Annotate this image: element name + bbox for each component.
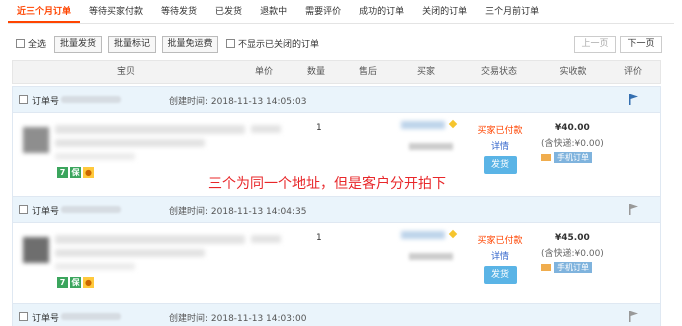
guarantee-icon: 保: [70, 277, 81, 288]
order-detail-link[interactable]: 详情: [475, 139, 525, 152]
guarantee-icon: 保: [70, 167, 81, 178]
hide-closed-label: 不显示已关闭的订单: [238, 40, 320, 50]
amount-value: ¥45.00: [555, 233, 590, 243]
item-thumbnail[interactable]: [23, 237, 49, 263]
postage-info: (含快递:¥0.00): [541, 249, 604, 259]
item-sku-redacted: [55, 263, 135, 270]
buyer-contact-redacted[interactable]: [409, 143, 453, 150]
table-header: 宝贝 单价 数量 售后 买家 交易状态 实收款 评价: [12, 60, 661, 84]
col-trade-status: 交易状态: [480, 67, 518, 77]
col-buyer: 买家: [416, 67, 436, 77]
col-unit-price: 单价: [254, 67, 274, 77]
unit-price-redacted: [251, 125, 281, 133]
buyer-flag-icon: [448, 119, 458, 129]
tab-successful[interactable]: 成功的订单: [350, 0, 413, 23]
tab-recent-3-months[interactable]: 近三个月订单: [8, 0, 81, 23]
col-quantity: 数量: [306, 67, 326, 77]
item-title-redacted[interactable]: [55, 235, 245, 244]
order-number-label: 订单号: [32, 97, 60, 107]
trade-status: 买家已付款 详情 发货: [475, 123, 525, 174]
order-item-row: 7 保 ● 1 买家已付款 详情 发货 ¥45.00 (含快递:¥0.00) 手…: [13, 223, 660, 307]
order-number-redacted: [61, 313, 121, 320]
order-number-redacted: [61, 206, 121, 213]
select-all-checkbox[interactable]: [16, 39, 25, 48]
badge-icon: ●: [83, 277, 94, 288]
batch-mark-button[interactable]: 批量标记: [108, 36, 156, 53]
order-checkbox[interactable]: [19, 312, 28, 321]
order-detail-link[interactable]: 详情: [475, 249, 525, 262]
tab-refunding[interactable]: 退款中: [251, 0, 296, 23]
amount-received: ¥40.00 (含快递:¥0.00) 手机订单: [541, 123, 617, 163]
tab-awaiting-shipment[interactable]: 等待发货: [152, 0, 206, 23]
batch-toolbar: 全选 批量发货 批量标记 批量免运费 不显示已关闭的订单 上一页 下一页: [16, 34, 666, 54]
seven-day-return-icon: 7: [57, 277, 68, 288]
order-number-label: 订单号: [32, 207, 60, 217]
order-header: 订单号 创建时间: 2018-11-13 14:04:35: [13, 197, 660, 223]
amount-received: ¥45.00 (含快递:¥0.00) 手机订单: [541, 233, 617, 273]
item-title-redacted-2: [55, 139, 205, 147]
flag-icon[interactable]: [628, 204, 638, 215]
next-page-button[interactable]: 下一页: [620, 36, 662, 53]
item-service-icons: 7 保 ●: [57, 277, 94, 288]
order-created-time: 创建时间: 2018-11-13 14:05:03: [169, 97, 307, 107]
order-number-label: 订单号: [32, 314, 60, 324]
order-header: 订单号 创建时间: 2018-11-13 14:03:00: [13, 304, 660, 326]
ship-button[interactable]: 发货: [483, 156, 517, 174]
badge-icon: ●: [83, 167, 94, 178]
trade-status-text: 买家已付款: [477, 236, 523, 246]
phone-icon: [541, 154, 551, 161]
order-header: 订单号 创建时间: 2018-11-13 14:05:03: [13, 87, 660, 113]
buyer-name-redacted[interactable]: [401, 121, 445, 129]
col-after-sales: 售后: [358, 67, 378, 77]
phone-order-tag: 手机订单: [541, 262, 617, 273]
phone-icon: [541, 264, 551, 271]
order-created-time: 创建时间: 2018-11-13 14:03:00: [169, 314, 307, 324]
col-review: 评价: [623, 67, 643, 77]
item-quantity: 1: [316, 233, 322, 243]
item-sku-redacted: [55, 153, 135, 160]
postage-info: (含快递:¥0.00): [541, 139, 604, 149]
amount-value: ¥40.00: [555, 123, 590, 133]
tab-needs-review[interactable]: 需要评价: [296, 0, 350, 23]
tab-older-orders[interactable]: 三个月前订单: [476, 0, 548, 23]
col-item: 宝贝: [116, 67, 136, 77]
hide-closed-option[interactable]: 不显示已关闭的订单: [226, 37, 319, 50]
select-all-label: 全选: [28, 40, 47, 50]
buyer-name-redacted[interactable]: [401, 231, 445, 239]
order-card: 订单号 创建时间: 2018-11-13 14:04:35 7 保 ● 1 买家…: [12, 196, 661, 308]
select-all[interactable]: 全选: [16, 37, 46, 50]
phone-order-label: 手机订单: [554, 262, 592, 273]
tab-shipped[interactable]: 已发货: [206, 0, 251, 23]
annotation-text: 三个为同一个地址，但是客户分开拍下: [208, 176, 446, 192]
item-quantity: 1: [316, 123, 322, 133]
prev-page-button[interactable]: 上一页: [574, 36, 616, 53]
tab-awaiting-payment[interactable]: 等待买家付款: [80, 0, 152, 23]
order-number-redacted: [61, 96, 121, 103]
item-thumbnail[interactable]: [23, 127, 49, 153]
seven-day-return-icon: 7: [57, 167, 68, 178]
phone-order-tag: 手机订单: [541, 152, 617, 163]
order-card: 订单号 创建时间: 2018-11-13 14:03:00: [12, 303, 661, 326]
trade-status-text: 买家已付款: [477, 126, 523, 136]
batch-ship-button[interactable]: 批量发货: [54, 36, 102, 53]
trade-status: 买家已付款 详情 发货: [475, 233, 525, 284]
order-checkbox[interactable]: [19, 95, 28, 104]
col-amount-received: 实收款: [559, 67, 587, 77]
hide-closed-checkbox[interactable]: [226, 39, 235, 48]
item-title-redacted[interactable]: [55, 125, 245, 134]
batch-free-shipping-button[interactable]: 批量免运费: [162, 36, 218, 53]
buyer-contact-redacted[interactable]: [409, 253, 453, 260]
tab-closed[interactable]: 关闭的订单: [413, 0, 476, 23]
ship-button[interactable]: 发货: [483, 266, 517, 284]
item-title-redacted-2: [55, 249, 205, 257]
order-tabs: 近三个月订单 等待买家付款 等待发货 已发货 退款中 需要评价 成功的订单 关闭…: [8, 0, 674, 24]
phone-order-label: 手机订单: [554, 152, 592, 163]
flag-icon[interactable]: [628, 311, 638, 322]
order-checkbox[interactable]: [19, 205, 28, 214]
flag-icon[interactable]: [628, 94, 638, 105]
unit-price-redacted: [251, 235, 281, 243]
buyer-flag-icon: [448, 229, 458, 239]
order-created-time: 创建时间: 2018-11-13 14:04:35: [169, 207, 307, 217]
item-service-icons: 7 保 ●: [57, 167, 94, 178]
